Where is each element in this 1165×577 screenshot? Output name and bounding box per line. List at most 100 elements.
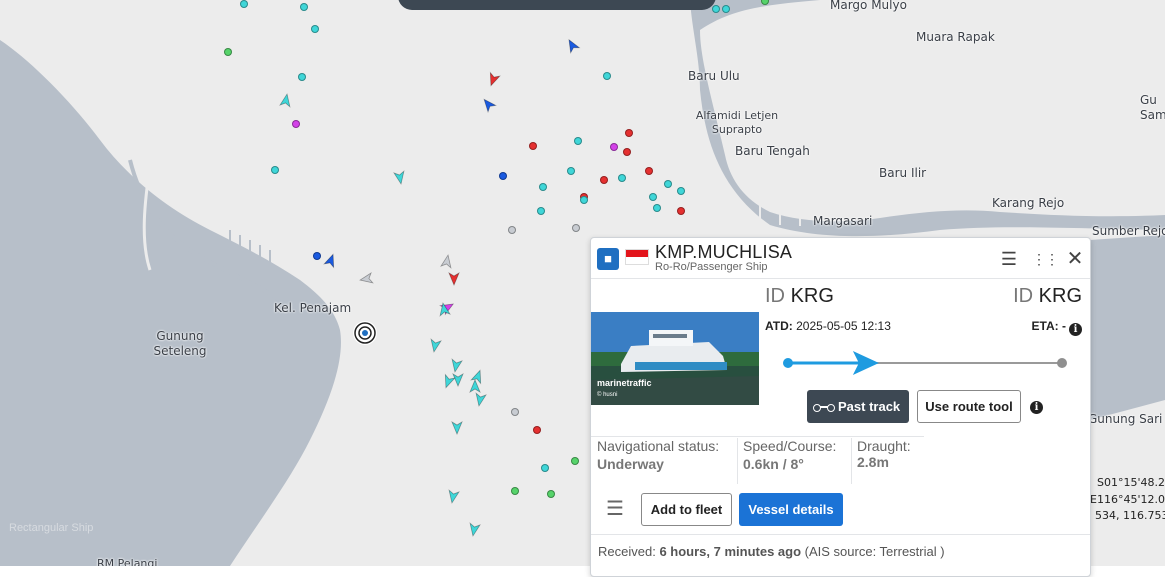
vessel-marker-icon[interactable] [313,252,321,260]
vessel-marker-icon[interactable] [511,487,519,495]
vessel-marker-icon[interactable] [625,129,633,137]
info-icon[interactable]: i [1030,401,1043,414]
vessel-arrow-icon[interactable] [278,92,294,108]
vessel-arrow-icon[interactable] [472,392,488,408]
vessel-marker-icon[interactable] [572,224,580,232]
arrival-port: ID KRG [1013,285,1082,308]
vessel-marker-icon[interactable] [677,207,685,215]
vessel-marker-icon[interactable] [541,464,549,472]
atd: ATD: 2025-05-05 12:13 [765,319,891,333]
vessel-marker-icon[interactable] [580,196,588,204]
info-icon[interactable]: i [1069,323,1082,336]
vessel-marker-icon[interactable] [537,207,545,215]
vessel-marker-icon[interactable] [292,120,300,128]
menu-icon[interactable]: ☰ [998,248,1020,270]
eta-label: ETA: [1031,319,1059,333]
vessel-arrow-icon[interactable] [392,170,408,186]
divider [851,438,852,484]
vessel-marker-icon[interactable] [298,73,306,81]
place-label: Baru Ilir [879,166,927,180]
add-to-fleet-button[interactable]: Add to fleet [641,493,732,526]
vessel-popup: ■ KMP.MUCHLISA Ro-Ro/Passenger Ship ☰ ⋮⋮… [590,237,1091,577]
vessel-arrow-icon[interactable] [436,301,452,317]
vessel-marker-icon[interactable] [311,25,319,33]
vessel-marker-icon[interactable] [539,183,547,191]
nav-status-value: Underway [597,456,664,472]
vessel-marker-icon[interactable] [677,187,685,195]
vessel-arrow-icon[interactable] [445,489,461,505]
place-label: Kel. Penajam [274,301,352,315]
vessel-marker-icon[interactable] [547,490,555,498]
track-icon [813,404,835,412]
past-track-button[interactable]: Past track [807,390,909,423]
vessel-arrow-icon[interactable] [439,253,455,269]
rectangular-ship-label: Rectangular Ship [9,522,94,534]
route-tool-button[interactable]: Use route tool [917,390,1021,423]
speed-course: Speed/Course: 0.6kn / 8° [743,438,836,484]
vessel-marker-icon[interactable] [712,5,720,13]
divider [591,278,1090,279]
received-label: Received: [598,544,656,559]
vessel-marker-icon[interactable] [508,226,516,234]
vessel-marker-icon[interactable] [571,457,579,465]
vessel-marker-icon[interactable] [722,5,730,13]
vessel-details-button[interactable]: Vessel details [739,493,843,526]
vessel-marker-icon[interactable] [664,180,672,188]
more-menu-icon[interactable]: ☰ [606,499,624,519]
received-info: Received: 6 hours, 7 minutes ago (AIS so… [598,544,945,559]
vessel-marker-icon[interactable] [653,204,661,212]
draught: Draught: 2.8m [857,438,911,484]
vessel-arrow-icon[interactable] [468,379,482,393]
selected-vessel-target-icon[interactable] [350,318,380,348]
speed-label: Speed/Course: [743,438,837,454]
vessel-marker-icon[interactable] [511,408,519,416]
atd-label: ATD: [765,319,793,333]
vessel-marker-icon[interactable] [499,172,507,180]
vessel-arrow-icon[interactable] [466,522,482,538]
vessel-arrow-icon[interactable] [427,338,443,354]
vessel-marker-icon[interactable] [300,3,308,11]
vessel-marker-icon[interactable] [610,143,618,151]
place-label: Alfamidi Letjen Suprapto [695,109,779,136]
flag-icon [625,249,649,265]
vessel-marker-icon[interactable] [533,426,541,434]
draught-value: 2.8m [857,454,889,470]
draught-label: Draught: [857,438,911,454]
vessel-arrow-icon[interactable] [450,421,464,435]
place-label: RM Pelangi [97,557,158,566]
received-value: 6 hours, 7 minutes ago [659,544,802,559]
vessel-marker-icon[interactable] [600,176,608,184]
atd-value: 2025-05-05 12:13 [796,319,891,333]
voyage-progress-bar [783,351,1067,375]
vessel-marker-icon[interactable] [224,48,232,56]
vessel-marker-icon[interactable] [618,174,626,182]
vessel-marker-icon[interactable] [623,148,631,156]
nav-status-label: Navigational status: [597,438,720,454]
divider [737,438,738,484]
vessel-photo[interactable]: marinetraffic © husni [591,312,759,405]
speed-value: 0.6kn / 8° [743,456,804,472]
vessel-marker-icon[interactable] [240,0,248,8]
vessel-arrow-icon[interactable] [358,271,374,287]
vessel-arrow-icon[interactable] [448,358,464,374]
ais-source: (AIS source: Terrestrial ) [804,544,945,559]
vessel-marker-icon[interactable] [645,167,653,175]
top-search-bar[interactable] [398,0,716,10]
vessel-marker-icon[interactable] [603,72,611,80]
divider [591,534,1090,535]
eta: ETA: -i [1032,319,1082,336]
popup-header: ■ KMP.MUCHLISA Ro-Ro/Passenger Ship ☰ ⋮⋮… [591,238,1090,278]
vessel-arrow-icon[interactable] [447,272,461,286]
departure-port: ID KRG [765,285,834,308]
vessel-marker-icon[interactable] [567,167,575,175]
vessel-marker-icon[interactable] [574,137,582,145]
vessel-marker-icon[interactable] [529,142,537,150]
drag-handle-icon[interactable]: ⋮⋮ [1032,248,1059,270]
vessel-marker-icon[interactable] [271,166,279,174]
vessel-marker-icon[interactable] [649,193,657,201]
close-icon[interactable]: ✕ [1064,248,1086,270]
vessel-type: Ro-Ro/Passenger Ship [655,261,768,273]
place-label: Sumber Rejo [1092,224,1165,238]
vessel-name: KMP.MUCHLISA [655,242,793,262]
place-label: Gunung Sari U [1088,412,1165,426]
